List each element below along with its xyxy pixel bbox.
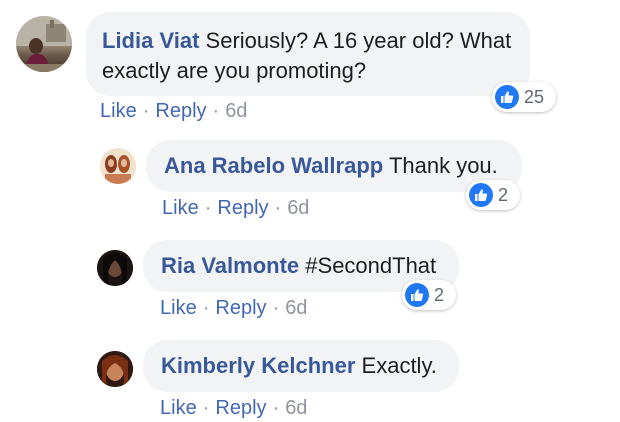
comment-actions: Like · Reply · 6d bbox=[160, 397, 308, 419]
reaction-count: 2 bbox=[434, 284, 445, 305]
reply-link[interactable]: Reply bbox=[155, 100, 206, 122]
author-name[interactable]: Lidia Viat bbox=[102, 28, 199, 53]
author-name[interactable]: Ria Valmonte bbox=[161, 253, 299, 278]
comment-bubble: Lidia Viat Seriously? A 16 year old? Wha… bbox=[86, 12, 530, 96]
thumbs-up-icon bbox=[495, 85, 519, 109]
avatar[interactable] bbox=[97, 351, 133, 387]
thumbs-up-icon bbox=[469, 183, 493, 207]
timestamp[interactable]: 6d bbox=[287, 197, 309, 219]
avatar[interactable] bbox=[16, 16, 72, 72]
comment-actions: Like · Reply · 6d bbox=[162, 197, 310, 219]
comment-text-continued: exactly are you promoting? bbox=[102, 58, 367, 83]
avatar[interactable] bbox=[100, 148, 136, 184]
comment-text: Thank you. bbox=[388, 153, 498, 178]
author-name[interactable]: Kimberly Kelchner bbox=[161, 353, 355, 378]
timestamp[interactable]: 6d bbox=[285, 297, 307, 319]
reply-link[interactable]: Reply bbox=[215, 297, 266, 319]
reaction-badge[interactable]: 2 bbox=[466, 180, 520, 210]
timestamp[interactable]: 6d bbox=[285, 397, 307, 419]
reaction-badge[interactable]: 25 bbox=[492, 82, 556, 112]
reaction-badge[interactable]: 2 bbox=[402, 280, 456, 310]
comment-text: Seriously? A 16 year old? What bbox=[205, 28, 512, 53]
like-link[interactable]: Like bbox=[160, 297, 197, 319]
like-link[interactable]: Like bbox=[100, 100, 137, 122]
comment-actions: Like · Reply · 6d bbox=[100, 100, 248, 122]
timestamp[interactable]: 6d bbox=[225, 100, 247, 122]
author-name[interactable]: Ana Rabelo Wallrapp bbox=[164, 153, 383, 178]
comment-actions: Like · Reply · 6d bbox=[160, 297, 308, 319]
comment-bubble: Ana Rabelo Wallrapp Thank you. bbox=[146, 140, 522, 192]
reaction-count: 2 bbox=[498, 184, 509, 205]
reaction-count: 25 bbox=[524, 86, 545, 107]
avatar[interactable] bbox=[97, 250, 133, 286]
like-link[interactable]: Like bbox=[162, 197, 199, 219]
comment-bubble: Kimberly Kelchner Exactly. bbox=[143, 340, 459, 392]
comment-text: #SecondThat bbox=[305, 253, 437, 278]
thumbs-up-icon bbox=[405, 283, 429, 307]
comment-text: Exactly. bbox=[361, 353, 437, 378]
like-link[interactable]: Like bbox=[160, 397, 197, 419]
reply-link[interactable]: Reply bbox=[217, 197, 268, 219]
reply-link[interactable]: Reply bbox=[215, 397, 266, 419]
